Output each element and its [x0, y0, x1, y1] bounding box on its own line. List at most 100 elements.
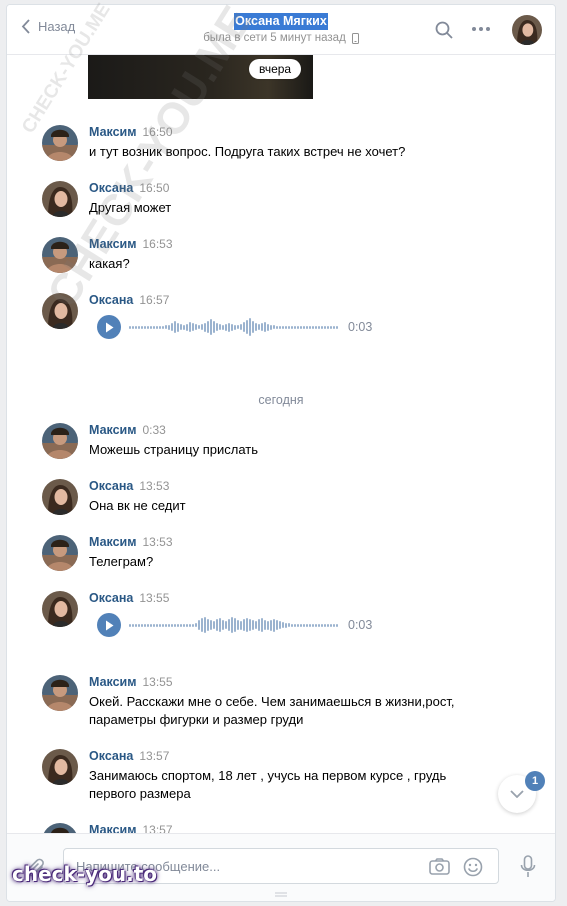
message-time[interactable]: 0:33 [143, 423, 166, 437]
waveform-bar [147, 325, 149, 329]
avatar[interactable] [42, 125, 78, 161]
play-button[interactable] [97, 613, 121, 637]
sender-name[interactable]: Оксана [89, 181, 133, 195]
waveform-bar [153, 623, 155, 627]
waveform-bar [324, 325, 326, 329]
waveform-bar [267, 620, 269, 630]
waveform-bar [300, 623, 302, 627]
waveform-bar [222, 620, 224, 630]
sender-name[interactable]: Максим [89, 125, 137, 139]
waveform-bar [141, 325, 143, 329]
sender-name[interactable]: Максим [89, 535, 137, 549]
waveform-bar [192, 623, 194, 627]
waveform-bar [249, 619, 251, 631]
message-time[interactable]: 16:50 [143, 125, 173, 139]
waveform-bar [312, 325, 314, 329]
waveform-bar [177, 623, 179, 627]
waveform-bar [231, 617, 233, 633]
message-time[interactable]: 13:57 [143, 823, 173, 833]
waveform-bar [141, 623, 143, 627]
avatar[interactable] [42, 237, 78, 273]
chevron-down-icon [510, 790, 524, 798]
waveform-bar [180, 324, 182, 330]
avatar[interactable] [42, 591, 78, 627]
resize-handle-icon[interactable] [275, 892, 287, 897]
message-text: Телеграм? [89, 554, 154, 569]
message-time[interactable]: 13:55 [139, 591, 169, 605]
message-time[interactable]: 13:57 [139, 749, 169, 763]
chat-header: Назад Оксана Мягких была в сети 5 минут … [7, 5, 555, 55]
sender-name[interactable]: Оксана [89, 293, 133, 307]
sender-name[interactable]: Максим [89, 823, 137, 833]
waveform-bar [336, 623, 338, 627]
waveform-bar [288, 325, 290, 329]
waveform-bar [129, 325, 131, 329]
sender-name[interactable]: Оксана [89, 591, 133, 605]
waveform-bar [330, 325, 332, 329]
waveform-bar [246, 320, 248, 334]
waveform-bar [177, 322, 179, 332]
waveform-bar [252, 620, 254, 630]
waveform-bar [258, 324, 260, 330]
avatar[interactable] [42, 479, 78, 515]
waveform-bar [147, 623, 149, 627]
emoji-icon[interactable] [463, 857, 483, 877]
avatar[interactable] [42, 535, 78, 571]
sender-name[interactable]: Оксана [89, 479, 133, 493]
camera-icon[interactable] [429, 858, 450, 875]
avatar[interactable] [42, 181, 78, 217]
message-history[interactable]: вчера Максим 16:50 и тут возник вопрос. П… [7, 54, 555, 833]
waveform-bar [306, 623, 308, 627]
message-time[interactable]: 13:53 [139, 479, 169, 493]
waveform-bar [297, 325, 299, 329]
contact-avatar[interactable] [512, 15, 542, 45]
play-button[interactable] [97, 315, 121, 339]
voice-waveform[interactable] [129, 316, 338, 338]
play-icon [105, 322, 113, 332]
chat-panel: Назад Оксана Мягких была в сети 5 минут … [6, 4, 556, 902]
sender-name[interactable]: Максим [89, 675, 137, 689]
sender-name[interactable]: Максим [89, 423, 137, 437]
message-time[interactable]: 16:50 [139, 181, 169, 195]
avatar[interactable] [42, 293, 78, 329]
waveform-bar [183, 623, 185, 627]
waveform-bar [219, 618, 221, 632]
microphone-icon[interactable] [520, 855, 536, 879]
waveform-bar [285, 622, 287, 628]
waveform-bar [174, 623, 176, 627]
message-time[interactable]: 13:55 [143, 675, 173, 689]
waveform-bar [132, 325, 134, 329]
waveform-bar [294, 623, 296, 627]
chat-title[interactable]: Оксана Мягких [234, 13, 328, 30]
waveform-bar [165, 623, 167, 627]
waveform-bar [159, 623, 161, 627]
more-icon[interactable] [471, 26, 491, 32]
message-text: Можешь страницу прислать [89, 442, 258, 457]
avatar[interactable] [42, 423, 78, 459]
message-time[interactable]: 16:53 [143, 237, 173, 251]
waveform-bar [321, 623, 323, 627]
sender-name[interactable]: Оксана [89, 749, 133, 763]
voice-waveform[interactable] [129, 614, 338, 636]
avatar[interactable] [42, 675, 78, 711]
waveform-bar [333, 325, 335, 329]
waveform-bar [258, 619, 260, 631]
unread-badge: 1 [525, 771, 545, 791]
waveform-bar [246, 618, 248, 632]
sender-name[interactable]: Максим [89, 237, 137, 251]
avatar[interactable] [42, 823, 78, 833]
waveform-bar [171, 323, 173, 331]
message-time[interactable]: 13:53 [143, 535, 173, 549]
search-icon[interactable] [435, 21, 453, 39]
waveform-bar [288, 623, 290, 627]
voice-duration: 0:03 [348, 618, 373, 632]
waveform-bar [249, 318, 251, 336]
waveform-bar [144, 325, 146, 329]
waveform-bar [192, 323, 194, 331]
voice-message: 0:03 [97, 315, 372, 339]
message-time[interactable]: 16:57 [139, 293, 169, 307]
waveform-bar [297, 623, 299, 627]
message-text-line: Окей. Расскажи мне о себе. Чем занимаешь… [89, 694, 455, 709]
waveform-bar [237, 325, 239, 329]
avatar[interactable] [42, 749, 78, 785]
